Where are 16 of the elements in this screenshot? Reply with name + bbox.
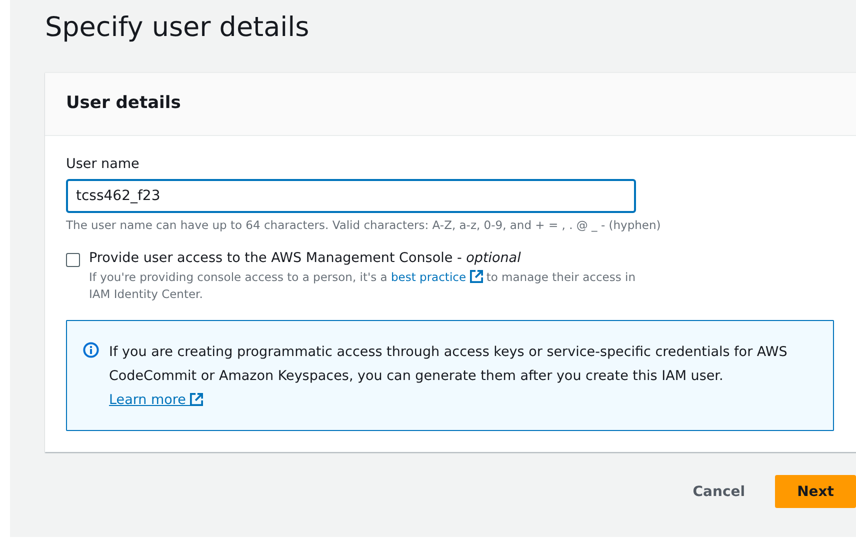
page-title: Specify user details: [45, 11, 310, 45]
info-text: If you are creating programmatic access through access keys or service-specific credentials for AWS CodeCommit or Amazon Keyspaces, you can generate them after you create this IAM user. Learn more: [109, 343, 788, 410]
best-practice-link[interactable]: best practice: [391, 270, 483, 284]
info-icon: [83, 342, 99, 358]
card-title: User details: [66, 93, 182, 113]
field-hint: The user name can have up to 64 characters. Valid characters: A-Z, a-z, 0-9, and + = , . @ _ - (hyphen): [66, 218, 662, 232]
field-label: User name: [66, 156, 140, 172]
learn-more-link[interactable]: Learn more: [109, 392, 204, 408]
next-button[interactable]: Next: [775, 475, 856, 508]
checkbox-label: Provide user access to the AWS Management Console - optional: [89, 250, 522, 266]
username-field[interactable]: tcss462_f23: [66, 179, 636, 213]
external-link-icon: [190, 393, 204, 406]
cancel-button[interactable]: Cancel: [680, 476, 758, 508]
checkbox[interactable]: [66, 253, 80, 267]
external-link-icon: [470, 270, 483, 283]
checkbox-hint: If you're providing console access to a person, it's a best practice to manage their access in IAM Identity Center.: [89, 269, 637, 303]
